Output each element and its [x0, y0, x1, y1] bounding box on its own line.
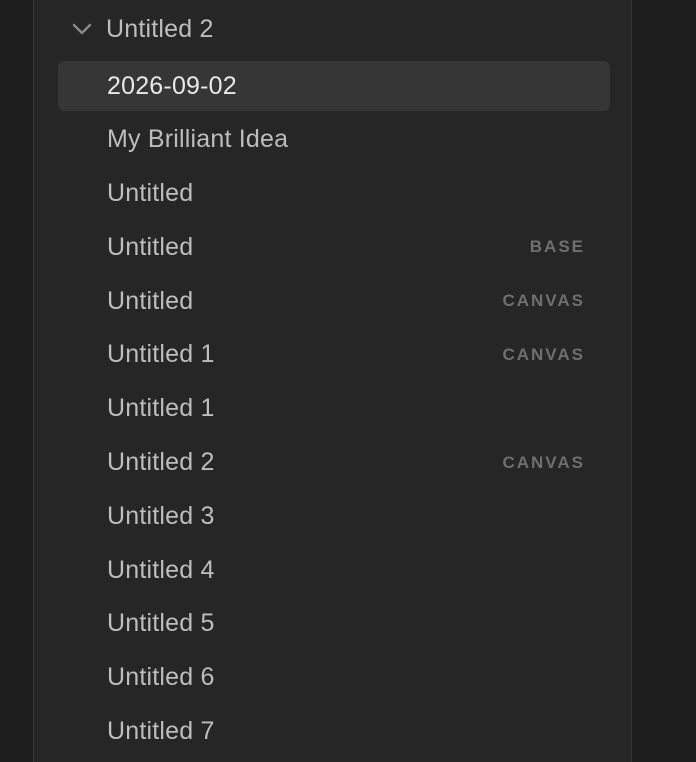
editor-pane-edge [632, 0, 696, 762]
file-item[interactable]: Untitled [58, 169, 610, 219]
file-item[interactable]: Untitled 6 [58, 653, 610, 703]
left-ribbon [0, 0, 33, 762]
file-type-tag: CANVAS [502, 344, 585, 364]
file-type-tag: CANVAS [502, 291, 585, 311]
file-name: Untitled 7 [107, 717, 215, 746]
file-name: Untitled [107, 232, 194, 261]
file-item[interactable]: Untitled 5 [58, 599, 610, 649]
file-name: Untitled 6 [107, 663, 215, 692]
file-name: Untitled 5 [107, 609, 215, 638]
file-name: Untitled 1 [107, 340, 215, 369]
folder-name: Untitled 2 [106, 14, 214, 43]
file-item[interactable]: 2026-09-02 [58, 61, 610, 111]
file-name: Untitled 3 [107, 501, 215, 530]
file-name: Untitled 4 [107, 555, 215, 584]
file-name: Untitled [107, 179, 194, 208]
file-name: Untitled 2 [107, 448, 215, 477]
file-explorer-window: Untitled 2 2026-09-02 My Brilliant Idea … [0, 0, 696, 762]
file-item[interactable]: Untitled 7 [58, 707, 610, 757]
file-list: 2026-09-02 My Brilliant Idea Untitled Un… [58, 61, 610, 760]
file-item[interactable]: My Brilliant Idea [58, 115, 610, 165]
folder-row[interactable]: Untitled 2 [58, 6, 610, 52]
file-item[interactable]: Untitled 1 CANVAS [58, 330, 610, 380]
chevron-down-icon[interactable] [58, 6, 106, 52]
file-item[interactable]: Untitled 1 [58, 384, 610, 434]
file-explorer-sidebar: Untitled 2 2026-09-02 My Brilliant Idea … [33, 0, 632, 762]
file-type-tag: BASE [529, 237, 585, 257]
file-type-tag: CANVAS [502, 452, 585, 472]
file-item[interactable]: Untitled 4 [58, 545, 610, 595]
file-name: Untitled 1 [107, 394, 215, 423]
file-name: My Brilliant Idea [107, 125, 289, 154]
file-item[interactable]: Untitled BASE [58, 222, 610, 272]
file-name: 2026-09-02 [107, 71, 237, 100]
file-item[interactable]: Untitled CANVAS [58, 276, 610, 326]
file-item[interactable]: Untitled 2 CANVAS [58, 438, 610, 488]
file-name: Untitled [107, 286, 194, 315]
file-item[interactable]: Untitled 3 [58, 491, 610, 541]
